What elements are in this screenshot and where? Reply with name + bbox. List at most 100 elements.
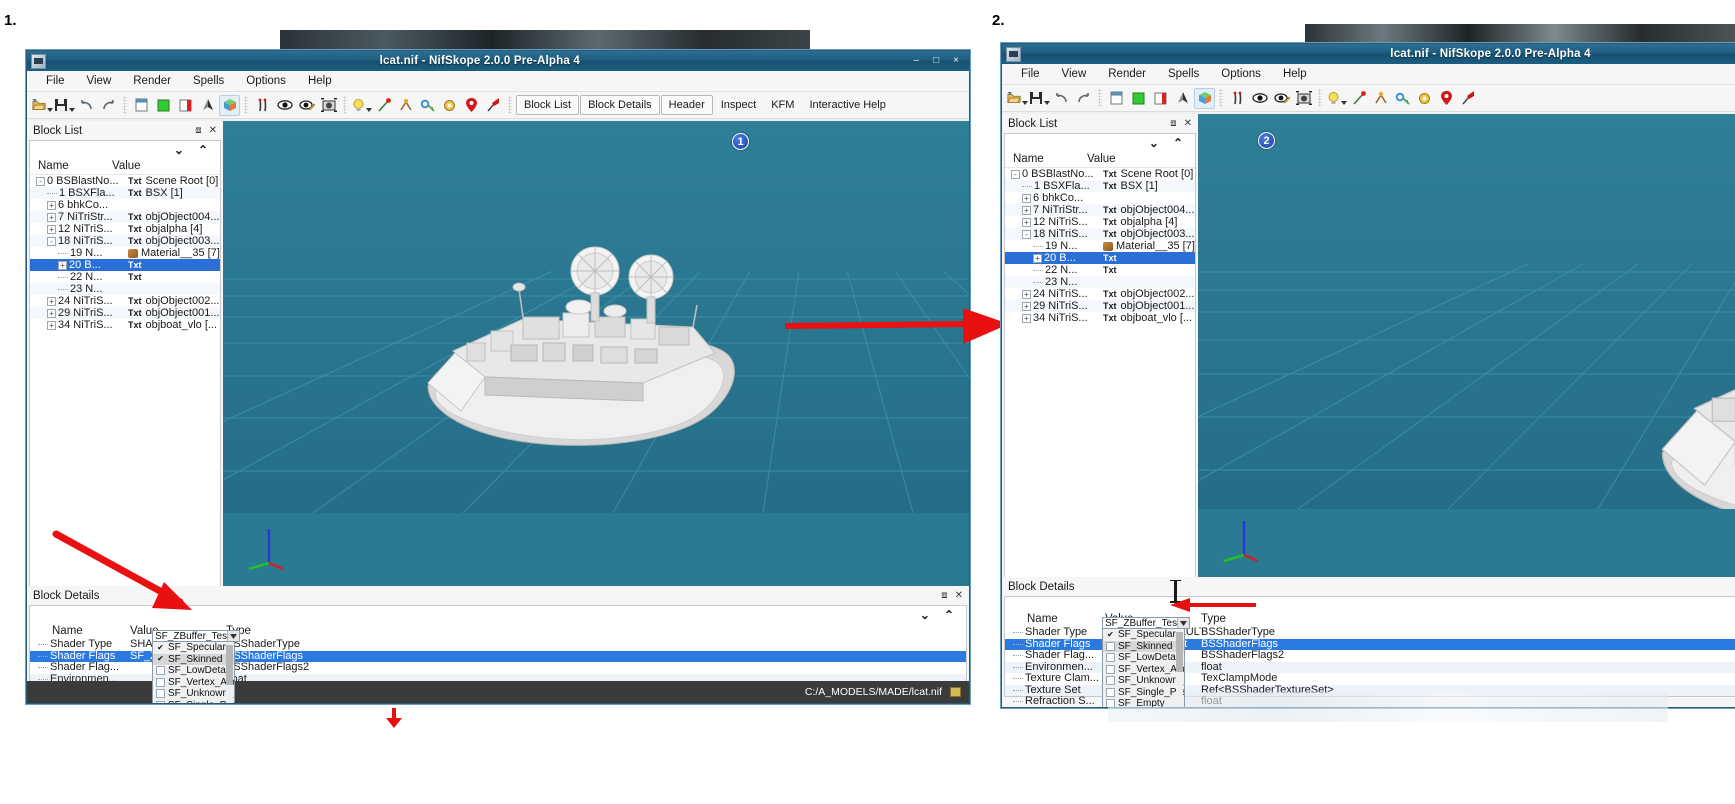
- show-nodes-icon-2[interactable]: [1106, 88, 1127, 109]
- collapse-node-icon[interactable]: -: [1011, 169, 1020, 179]
- block-list-tree[interactable]: -0 BSBlastNo... Txt Scene Root [0] 1 BSXFla…: [30, 175, 220, 331]
- chevron-down-icon[interactable]: [227, 631, 239, 641]
- expand-node-icon[interactable]: +: [1022, 205, 1031, 215]
- shader-flag-option[interactable]: SF_Skinned: [1103, 640, 1184, 652]
- show-collision-icon[interactable]: [153, 95, 174, 116]
- save-file-dropdown-caret-2[interactable]: [1044, 100, 1050, 105]
- collapse-node-icon[interactable]: -: [36, 176, 45, 186]
- block-list-row[interactable]: +12 NiTriS... Txt objalpha [4]: [30, 223, 220, 235]
- block-list-row[interactable]: 22 N... Txt: [30, 271, 220, 283]
- collapse-all-icon-2[interactable]: ⌃: [944, 609, 954, 621]
- eye-icon-2[interactable]: [1249, 88, 1270, 109]
- close-icon[interactable]: ✕: [209, 125, 217, 136]
- save-file-icon[interactable]: [54, 95, 75, 116]
- close-icon-2[interactable]: ✕: [955, 590, 963, 601]
- block-list-row[interactable]: 23 N...: [30, 283, 220, 295]
- menu-options-2[interactable]: Options: [1210, 66, 1272, 82]
- undo-icon[interactable]: [76, 95, 97, 116]
- checkbox-checked-icon[interactable]: ✔: [1106, 630, 1115, 639]
- menu-file-2[interactable]: File: [1010, 66, 1051, 82]
- block-list-row[interactable]: +24 NiTriS... Txt objObject002...: [30, 295, 220, 307]
- shader-flag-option[interactable]: SF_Single_Pas: [1103, 687, 1184, 699]
- block-list-row[interactable]: 19 N... Material__35 [7]: [1005, 240, 1195, 252]
- menu-view[interactable]: View: [76, 73, 123, 89]
- window-controls[interactable]: – □ ×: [914, 56, 969, 66]
- dropdown-scroll-thumb[interactable]: [226, 645, 233, 685]
- show-axes-icon-2[interactable]: [1194, 87, 1215, 109]
- collapse-node-icon[interactable]: -: [47, 236, 56, 246]
- light-dropdown-caret-2[interactable]: [1340, 100, 1347, 105]
- block-list-row[interactable]: +24 NiTriS... Txt objObject002...: [1005, 288, 1195, 300]
- block-list-chevron-row[interactable]: ⌄ ⌃: [30, 141, 220, 158]
- expand-node-icon[interactable]: +: [1022, 301, 1031, 311]
- settings-icon[interactable]: [439, 95, 460, 116]
- expand-node-icon[interactable]: +: [1022, 193, 1031, 203]
- block-list-row[interactable]: +29 NiTriS... Txt objObject001...: [30, 307, 220, 319]
- open-file-icon-2[interactable]: [1007, 88, 1028, 109]
- save-file-icon-2[interactable]: [1029, 88, 1050, 109]
- shader-flags-dropdown-list-2[interactable]: ✔ SF_Specular SF_Skinned SF_LowDetail SF_Ver…: [1102, 628, 1185, 707]
- undo-icon-2[interactable]: [1051, 88, 1072, 109]
- checkbox-unchecked-icon[interactable]: [156, 700, 165, 703]
- expand-node-icon[interactable]: +: [47, 296, 56, 306]
- close-button[interactable]: ×: [953, 56, 959, 66]
- shader-flag-option[interactable]: SF_Unknown_: [153, 688, 234, 700]
- checkbox-checked-icon[interactable]: ✔: [156, 655, 165, 664]
- block-list-row[interactable]: 1 BSXFla... Txt BSX [1]: [30, 187, 220, 199]
- expand-all-icon-3[interactable]: ⌄: [1149, 137, 1159, 149]
- block-list-row[interactable]: 19 N... Material__35 [7]: [30, 247, 220, 259]
- checkbox-unchecked-icon[interactable]: [1106, 664, 1115, 674]
- chevron-down-icon-2[interactable]: [1177, 618, 1189, 628]
- toolbar-block-details-button[interactable]: Block Details: [580, 95, 660, 115]
- block-list-row[interactable]: -18 NiTriS... Txt objObject003...: [30, 235, 220, 247]
- menu-view-2[interactable]: View: [1051, 66, 1098, 82]
- block-list-row[interactable]: +34 NiTriS... Txt objboat_vlo [...: [30, 319, 220, 331]
- block-list-tree-2[interactable]: -0 BSBlastNo... Txt Scene Root [0] 1 BSXFla…: [1005, 168, 1195, 324]
- expand-all-icon[interactable]: ⌄: [174, 144, 184, 156]
- checkbox-unchecked-icon[interactable]: [1106, 687, 1115, 697]
- expand-node-icon[interactable]: +: [47, 200, 56, 210]
- shader-flag-option[interactable]: SF_LowDetail: [1103, 652, 1184, 664]
- menu-spells-2[interactable]: Spells: [1157, 66, 1210, 82]
- dropdown-scrollbar[interactable]: [226, 643, 233, 703]
- block-list-row[interactable]: -0 BSBlastNo... Txt Scene Root [0]: [30, 175, 220, 187]
- toolbar-2[interactable]: [1002, 85, 1735, 112]
- save-file-dropdown-caret[interactable]: [69, 107, 75, 112]
- open-file-icon[interactable]: [32, 95, 53, 116]
- close-icon-3[interactable]: ✕: [1184, 118, 1192, 129]
- light-icon-2[interactable]: [1326, 88, 1347, 109]
- collapse-node-icon[interactable]: -: [1022, 229, 1031, 239]
- expand-node-icon[interactable]: +: [1022, 217, 1031, 227]
- block-list-row[interactable]: 22 N... Txt: [1005, 264, 1195, 276]
- menu-spells[interactable]: Spells: [182, 73, 235, 89]
- block-list-row[interactable]: -0 BSBlastNo... Txt Scene Root [0]: [1005, 168, 1195, 180]
- dropdown-scroll-thumb-2[interactable]: [1176, 632, 1183, 672]
- menu-render-2[interactable]: Render: [1097, 66, 1157, 82]
- expand-node-icon[interactable]: +: [47, 308, 56, 318]
- expand-node-icon[interactable]: +: [1022, 289, 1031, 299]
- shader-flag-option[interactable]: SF_Vertex_Alp: [1103, 664, 1184, 676]
- block-list-row[interactable]: 1 BSXFla... Txt BSX [1]: [1005, 180, 1195, 192]
- block-list-row[interactable]: +20 B... Txt: [1005, 252, 1195, 264]
- block-list-row[interactable]: +7 NiTriStr... Txt objObject004...: [1005, 204, 1195, 216]
- menubar-1[interactable]: File View Render Spells Options Help: [27, 71, 969, 92]
- animation-icon[interactable]: [252, 95, 273, 116]
- checkbox-unchecked-icon[interactable]: [1106, 641, 1115, 651]
- dropdown-scrollbar-2[interactable]: [1176, 630, 1183, 707]
- show-collision-icon-2[interactable]: [1128, 88, 1149, 109]
- shader-flag-option[interactable]: SF_Vertex_Alp: [153, 677, 234, 689]
- shader-flag-option[interactable]: ✔ SF_Specular: [1103, 629, 1184, 641]
- flag-icon[interactable]: [373, 95, 394, 116]
- expand-node-icon[interactable]: +: [47, 212, 56, 222]
- screenshot-icon-2[interactable]: [1293, 88, 1314, 109]
- menubar-2[interactable]: File View Render Spells Options Help: [1002, 64, 1735, 85]
- menu-options[interactable]: Options: [235, 73, 297, 89]
- eye-edit-icon-2[interactable]: [1271, 88, 1292, 109]
- expand-node-icon[interactable]: +: [47, 320, 56, 330]
- checkbox-unchecked-icon[interactable]: [156, 666, 165, 676]
- undock-icon[interactable]: ⧈: [195, 125, 201, 136]
- 3d-viewport-2[interactable]: 2: [1198, 114, 1735, 577]
- menu-render[interactable]: Render: [122, 73, 182, 89]
- checkbox-unchecked-icon[interactable]: [1106, 653, 1115, 663]
- menu-help[interactable]: Help: [297, 73, 343, 89]
